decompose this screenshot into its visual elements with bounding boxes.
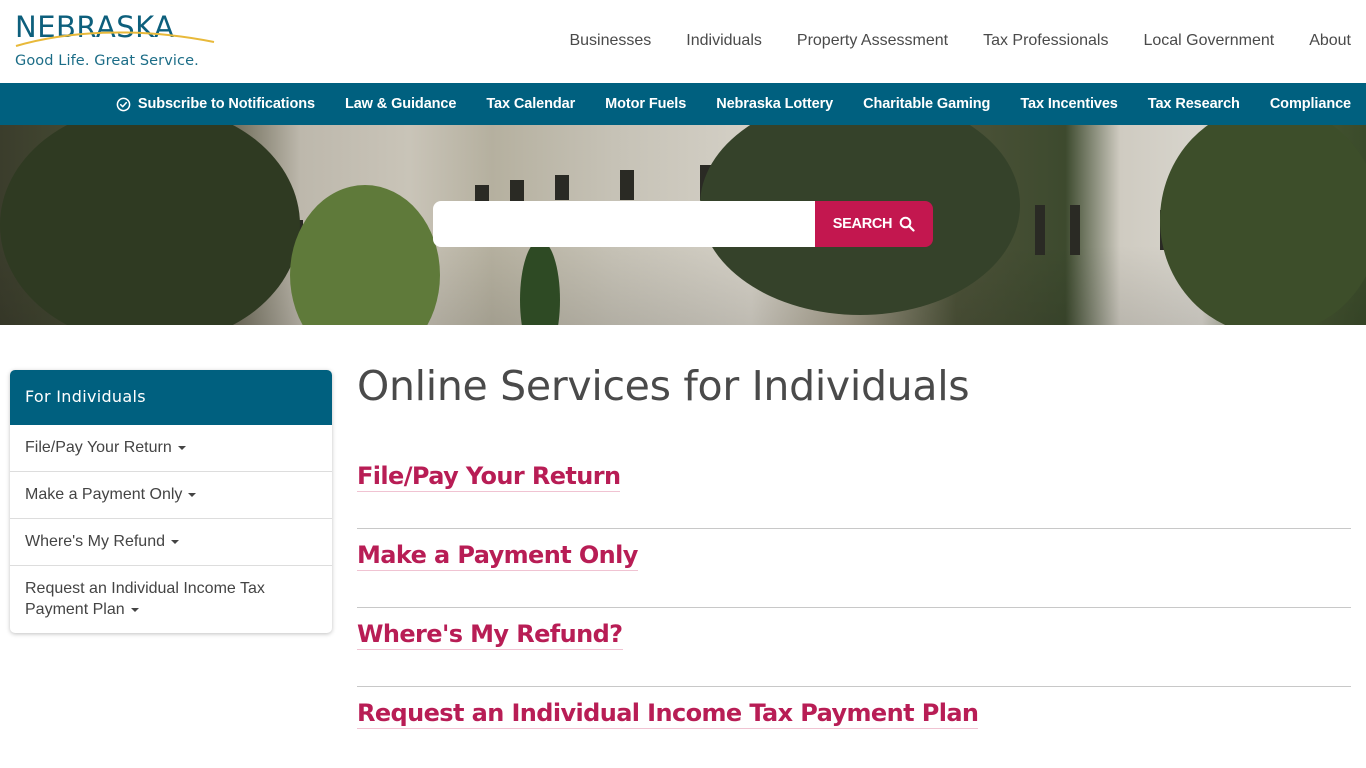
list-item: Where's My Refund? (357, 608, 1351, 687)
sidebar-item-label: Where's My Refund (25, 533, 165, 550)
list-item: File/Pay Your Return (357, 450, 1351, 529)
sidebar-item-file-pay-return[interactable]: File/Pay Your Return (10, 425, 332, 471)
service-link-wheres-my-refund[interactable]: Where's My Refund? (357, 620, 623, 650)
sidebar: For Individuals File/Pay Your Return Mak… (10, 370, 332, 633)
sidebar-title: For Individuals (10, 370, 332, 425)
search-button-label: SEARCH (832, 216, 893, 232)
sidebar-item-label: Make a Payment Only (25, 486, 183, 503)
caret-down-icon (130, 607, 139, 612)
sub-nav-compliance[interactable]: Compliance (1270, 96, 1351, 112)
sub-nav-charitable-gaming[interactable]: Charitable Gaming (863, 96, 990, 112)
site-header: NEBRASKA Good Life. Great Service. Busin… (0, 0, 1366, 83)
list-item: Make a Payment Only (357, 529, 1351, 608)
main-nav: Businesses Individuals Property Assessme… (569, 28, 1366, 54)
page-title: Online Services for Individuals (357, 362, 970, 410)
search-button[interactable]: SEARCH (815, 201, 933, 247)
sub-nav-tax-incentives[interactable]: Tax Incentives (1020, 96, 1118, 112)
caret-down-icon (177, 445, 186, 450)
list-item: Request an Individual Income Tax Payment… (357, 687, 1351, 766)
sub-nav-law-guidance[interactable]: Law & Guidance (345, 96, 457, 112)
check-circle-icon (116, 97, 131, 111)
logo-tagline: Good Life. Great Service. (15, 53, 199, 69)
main-nav-about[interactable]: About (1309, 28, 1351, 54)
search-icon (899, 216, 915, 232)
service-list: File/Pay Your Return Make a Payment Only… (357, 450, 1351, 766)
sub-nav-tax-calendar[interactable]: Tax Calendar (486, 96, 575, 112)
logo-swoosh-icon (15, 31, 215, 47)
main-nav-tax-professionals[interactable]: Tax Professionals (983, 28, 1108, 54)
main-nav-individuals[interactable]: Individuals (686, 28, 762, 54)
sub-nav-tax-research[interactable]: Tax Research (1148, 96, 1240, 112)
hero-banner: SEARCH (0, 125, 1366, 325)
caret-down-icon (171, 539, 179, 544)
service-link-file-pay-return[interactable]: File/Pay Your Return (357, 462, 621, 492)
service-link-make-payment[interactable]: Make a Payment Only (357, 541, 638, 571)
main-nav-property-assessment[interactable]: Property Assessment (797, 28, 948, 54)
sub-nav-nebraska-lottery[interactable]: Nebraska Lottery (716, 96, 833, 112)
subscribe-notifications-link[interactable]: Subscribe to Notifications (116, 96, 315, 112)
sidebar-item-wheres-my-refund[interactable]: Where's My Refund (10, 518, 332, 565)
sidebar-item-make-payment[interactable]: Make a Payment Only (10, 471, 332, 518)
sub-nav-motor-fuels[interactable]: Motor Fuels (605, 96, 686, 112)
secondary-nav: Subscribe to Notifications Law & Guidanc… (0, 83, 1366, 125)
search-input[interactable] (433, 201, 815, 247)
subscribe-label: Subscribe to Notifications (137, 96, 315, 112)
sidebar-item-label: Request an Individual Income Tax Payment… (25, 580, 265, 618)
site-search: SEARCH (433, 201, 933, 247)
service-link-payment-plan[interactable]: Request an Individual Income Tax Payment… (357, 699, 979, 729)
main-nav-businesses[interactable]: Businesses (569, 28, 651, 54)
nebraska-logo[interactable]: NEBRASKA Good Life. Great Service. (14, 10, 224, 74)
sidebar-item-label: File/Pay Your Return (25, 439, 172, 456)
sidebar-item-payment-plan[interactable]: Request an Individual Income Tax Payment… (10, 565, 332, 633)
main-nav-local-government[interactable]: Local Government (1143, 28, 1274, 54)
caret-down-icon (188, 492, 197, 497)
